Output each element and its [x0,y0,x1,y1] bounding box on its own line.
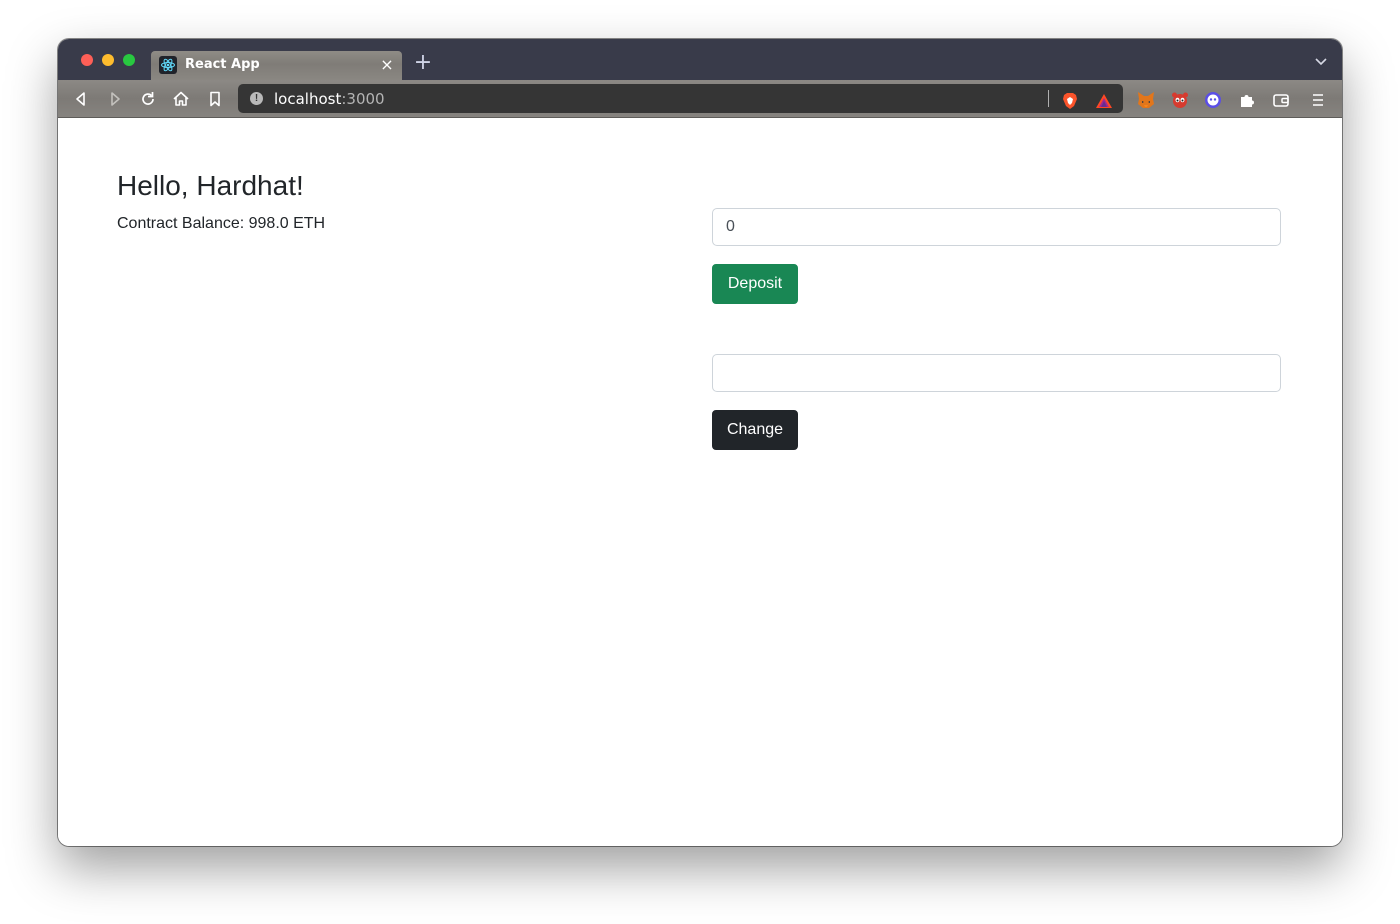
menu-icon[interactable] [1308,90,1328,110]
page-content: Hello, Hardhat! Contract Balance: 998.0 … [58,118,1342,846]
back-arrow-icon[interactable] [70,88,92,110]
puzzle-icon[interactable] [1237,90,1257,110]
home-icon[interactable] [170,88,192,110]
browser-toolbar: ! localhost:3000 [58,80,1342,118]
metamask-fox-icon[interactable] [1136,90,1156,110]
close-window-button[interactable] [81,54,93,66]
deposit-button[interactable]: Deposit [712,264,798,304]
title-bar: React App × + [58,39,1342,80]
wallet-icon[interactable] [1271,90,1291,110]
tab-react-app[interactable]: React App × [151,51,402,80]
greeting-input[interactable] [712,354,1281,392]
tab-close-icon[interactable]: × [378,56,396,74]
tab-list-chevron-icon[interactable] [1314,54,1328,68]
purple-ghost-icon[interactable] [1203,90,1223,110]
address-bar[interactable]: ! localhost:3000 [238,84,1123,113]
url-host: localhost [274,90,342,108]
change-button[interactable]: Change [712,410,798,450]
page-title: Hello, Hardhat! [117,170,304,201]
red-panda-icon[interactable] [1170,90,1190,110]
react-logo-icon [159,56,177,74]
bookmark-icon[interactable] [204,88,226,110]
tab-title: React App [185,57,260,72]
reload-icon[interactable] [137,88,159,110]
new-tab-button[interactable]: + [412,52,434,74]
browser-window: React App × + ! localhost:3000 Hello, Ha… [58,39,1342,846]
brave-rewards-icon[interactable] [1094,91,1114,111]
site-info-icon[interactable]: ! [250,92,263,105]
forward-arrow-icon[interactable] [104,88,126,110]
contract-balance: Contract Balance: 998.0 ETH [117,215,326,232]
deposit-amount-input[interactable] [712,208,1281,246]
minimize-window-button[interactable] [102,54,114,66]
brave-shield-icon[interactable] [1060,91,1080,111]
url-port: :3000 [341,90,385,108]
url-divider [1048,90,1049,107]
maximize-window-button[interactable] [123,54,135,66]
url-text: localhost:3000 [274,90,385,108]
